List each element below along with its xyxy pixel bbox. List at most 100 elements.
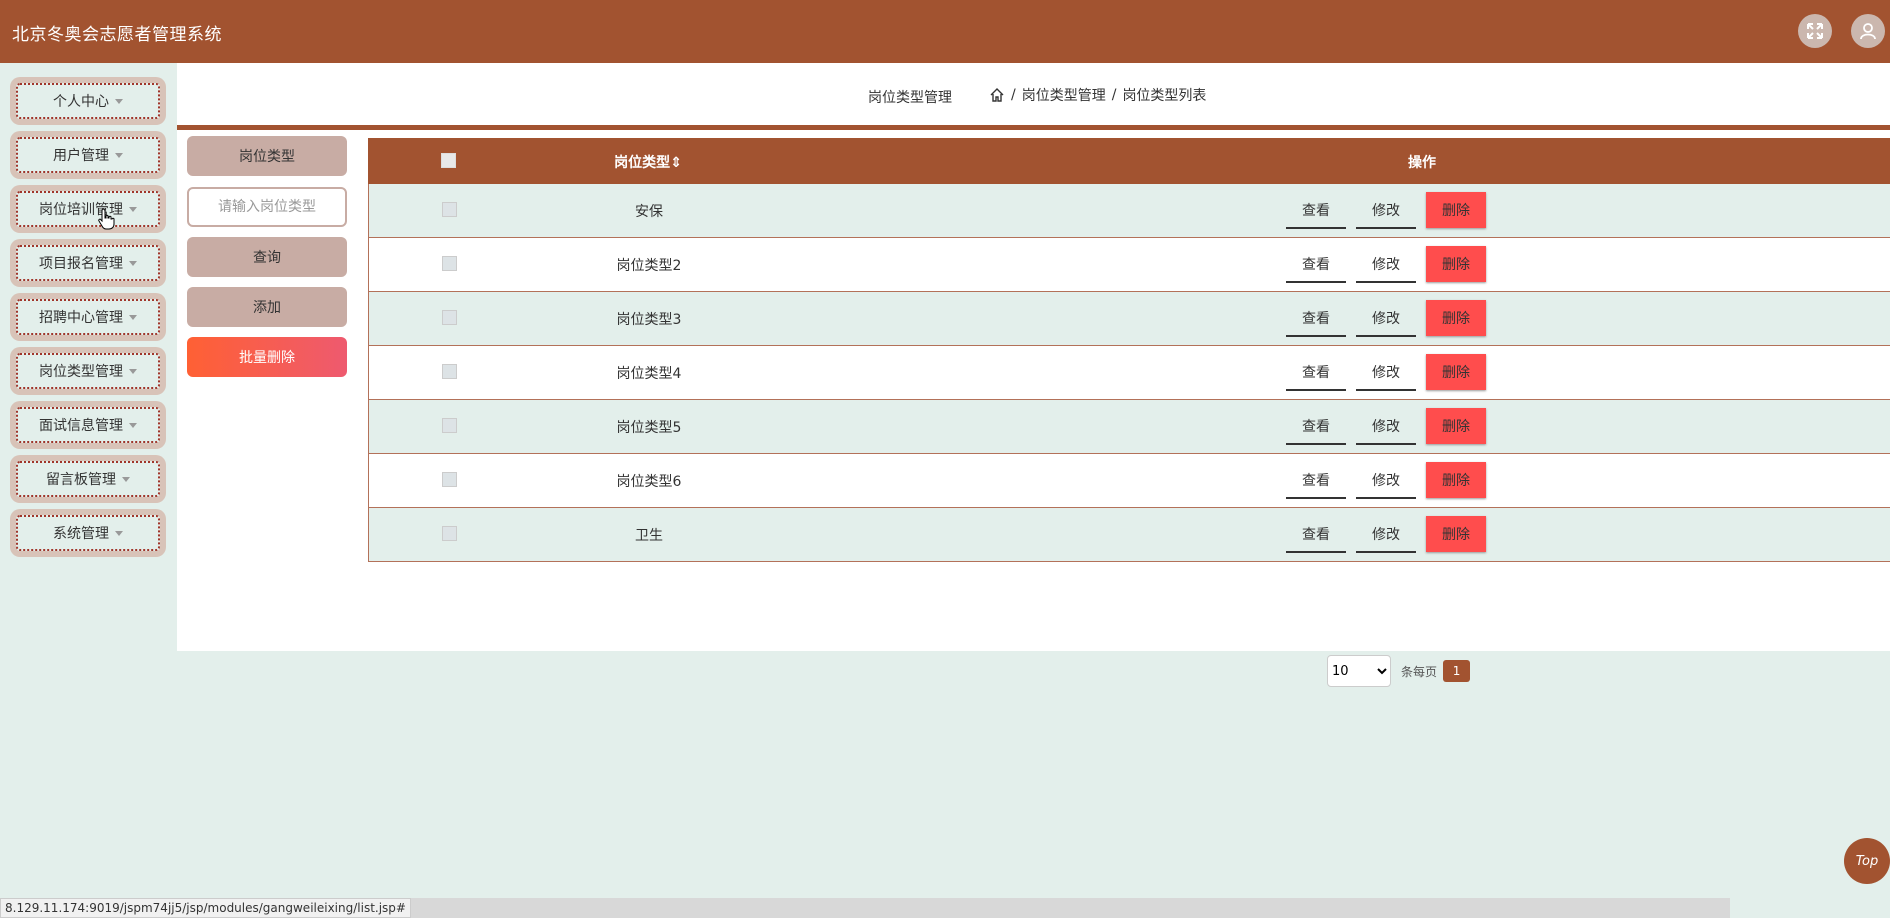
home-icon[interactable] [989,87,1005,103]
row-checkbox[interactable] [442,472,457,487]
edit-button[interactable]: 修改 [1356,247,1416,283]
sidebar-item-interview-management[interactable]: 面试信息管理 [10,401,166,449]
sidebar-item-label: 岗位类型管理 [39,364,123,380]
caret-down-icon [129,314,137,320]
page-title: 岗位类型管理 [868,90,952,106]
edit-button[interactable]: 修改 [1356,409,1416,445]
sidebar-item-registration-management[interactable]: 项目报名管理 [10,239,166,287]
edit-button[interactable]: 修改 [1356,193,1416,229]
sidebar-item-message-board-management[interactable]: 留言板管理 [10,455,166,503]
caret-down-icon [122,476,130,482]
row-checkbox[interactable] [442,310,457,325]
sidebar-item-system-management[interactable]: 系统管理 [10,509,166,557]
row-checkbox[interactable] [442,202,457,217]
table-row: 岗位类型4 查看 修改 删除 [368,346,1890,400]
cell-position-type: 岗位类型5 [616,420,682,436]
edit-button[interactable]: 修改 [1356,463,1416,499]
per-page-label: 条每页 [1401,664,1438,679]
caret-down-icon [129,368,137,374]
view-button[interactable]: 查看 [1286,409,1346,445]
edit-button[interactable]: 修改 [1356,355,1416,391]
pagination: 10 条每页 1 [1327,655,1471,687]
breadcrumb-separator: / [1011,87,1016,103]
table-row: 卫生 查看 修改 删除 [368,508,1890,562]
column-header-label: 岗位类型 [614,155,671,171]
sidebar-item-training-management[interactable]: 岗位培训管理 [10,185,166,233]
page-size-select[interactable]: 10 [1327,655,1391,687]
app-title: 北京冬奥会志愿者管理系统 [12,25,222,45]
add-button[interactable]: 添加 [187,287,347,327]
delete-button[interactable]: 删除 [1426,300,1486,336]
sidebar-item-recruitment-management[interactable]: 招聘中心管理 [10,293,166,341]
cell-position-type: 安保 [635,204,663,220]
row-checkbox[interactable] [442,418,457,433]
caret-down-icon [129,206,137,212]
query-button[interactable]: 查询 [187,237,347,277]
delete-button[interactable]: 删除 [1426,354,1486,390]
breadcrumb-bar: 岗位类型管理 / 岗位类型管理 / 岗位类型列表 [177,63,1890,130]
breadcrumb: / 岗位类型管理 / 岗位类型列表 [989,85,1206,105]
batch-delete-button[interactable]: 批量删除 [187,337,347,377]
breadcrumb-item[interactable]: 岗位类型列表 [1122,85,1206,105]
cell-position-type: 卫生 [635,528,663,544]
row-checkbox[interactable] [442,256,457,271]
status-bar: 8.129.11.174:9019/jspm74jj5/jsp/modules/… [0,898,1730,918]
cell-position-type: 岗位类型6 [616,474,682,490]
table-row: 岗位类型3 查看 修改 删除 [368,292,1890,346]
view-button[interactable]: 查看 [1286,301,1346,337]
caret-down-icon [115,98,123,104]
view-button[interactable]: 查看 [1286,517,1346,553]
breadcrumb-separator: / [1111,87,1117,103]
data-table: 岗位类型⇕ 操作 安保 查看 修改 删除 岗位类型2 查看 修改 删除 岗位类型… [368,138,1890,562]
view-button[interactable]: 查看 [1286,193,1346,229]
delete-button[interactable]: 删除 [1426,462,1486,498]
back-to-top-button[interactable]: Top [1844,838,1890,884]
field-label: 岗位类型 [187,136,347,176]
table-row: 安保 查看 修改 删除 [368,184,1890,238]
delete-button[interactable]: 删除 [1426,192,1486,228]
edit-button[interactable]: 修改 [1356,301,1416,337]
sidebar-item-label: 系统管理 [53,526,109,542]
cell-position-type: 岗位类型4 [616,366,682,382]
search-input[interactable] [187,187,347,227]
table-header: 岗位类型⇕ 操作 [368,138,1890,184]
edit-button[interactable]: 修改 [1356,517,1416,553]
sidebar-item-label: 面试信息管理 [39,418,123,434]
main-panel: 岗位类型管理 / 岗位类型管理 / 岗位类型列表 岗位类型 查询 添加 批量删除… [177,63,1890,687]
view-button[interactable]: 查看 [1286,463,1346,499]
select-all-checkbox[interactable] [441,153,456,168]
sidebar-item-position-type-management[interactable]: 岗位类型管理 [10,347,166,395]
sidebar-item-personal-center[interactable]: 个人中心 [10,77,166,125]
sidebar-item-label: 个人中心 [53,94,109,110]
delete-button[interactable]: 删除 [1426,246,1486,282]
row-checkbox[interactable] [442,364,457,379]
sidebar-item-label: 项目报名管理 [39,256,123,272]
table-row: 岗位类型5 查看 修改 删除 [368,400,1890,454]
user-icon[interactable] [1851,14,1885,48]
cell-position-type: 岗位类型3 [616,312,682,328]
fullscreen-icon[interactable] [1798,14,1832,48]
table-row: 岗位类型6 查看 修改 删除 [368,454,1890,508]
sidebar-item-label: 留言板管理 [46,472,116,488]
cell-position-type: 岗位类型2 [616,258,682,274]
delete-button[interactable]: 删除 [1426,516,1486,552]
sort-icon[interactable]: ⇕ [670,155,682,171]
sidebar-item-label: 用户管理 [53,148,109,164]
view-button[interactable]: 查看 [1286,355,1346,391]
hand-cursor-icon [98,208,115,230]
breadcrumb-item[interactable]: 岗位类型管理 [1022,85,1106,105]
caret-down-icon [115,152,123,158]
view-button[interactable]: 查看 [1286,247,1346,283]
status-url: 8.129.11.174:9019/jspm74jj5/jsp/modules/… [0,898,411,918]
sidebar-item-user-management[interactable]: 用户管理 [10,131,166,179]
column-header-actions: 操作 [1408,155,1436,171]
delete-button[interactable]: 删除 [1426,408,1486,444]
page-number-button[interactable]: 1 [1443,660,1471,682]
caret-down-icon [129,422,137,428]
top-bar: 北京冬奥会志愿者管理系统 [0,0,1890,63]
row-checkbox[interactable] [442,526,457,541]
sidebar: 个人中心 用户管理 岗位培训管理 项目报名管理 招聘中心管理 岗位类型管理 面试… [0,63,177,653]
column-header-position-type[interactable]: 岗位类型⇕ [518,152,778,172]
caret-down-icon [115,530,123,536]
sidebar-item-label: 招聘中心管理 [39,310,123,326]
